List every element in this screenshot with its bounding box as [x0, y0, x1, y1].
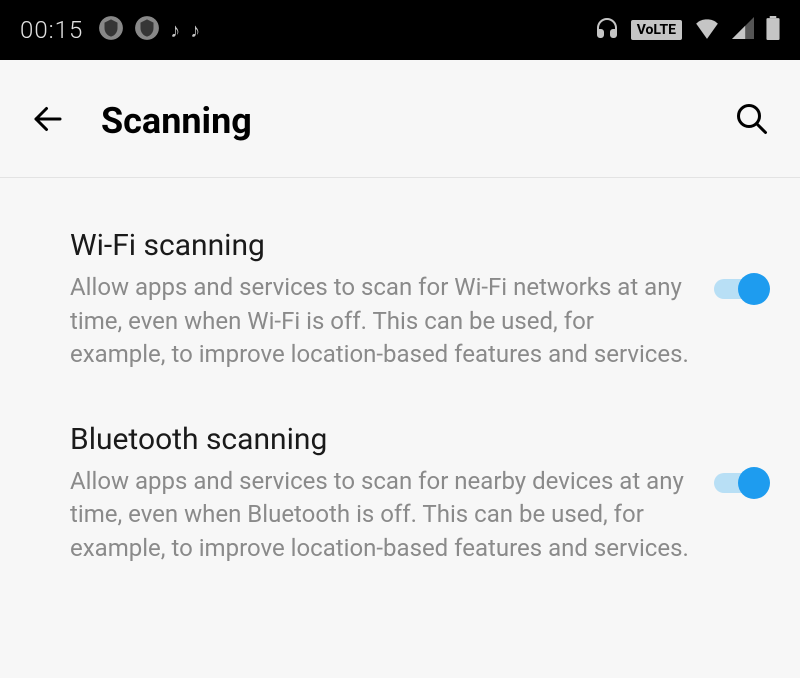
headphone-icon: [595, 16, 619, 44]
app-header: Scanning: [0, 60, 800, 178]
toggle-thumb: [738, 273, 770, 305]
status-notification-icons: ♪ ♪: [98, 15, 200, 45]
shield-icon: [98, 15, 124, 45]
back-button[interactable]: [30, 101, 66, 141]
wifi-icon: [694, 17, 720, 43]
setting-description: Allow apps and services to scan for near…: [70, 465, 694, 566]
music-note-icon: ♪: [170, 18, 180, 43]
wifi-scanning-toggle[interactable]: [714, 273, 770, 305]
setting-title: Wi-Fi scanning: [70, 228, 694, 263]
music-note-icon: ♪: [190, 18, 200, 43]
search-button[interactable]: [734, 101, 770, 141]
bluetooth-scanning-row[interactable]: Bluetooth scanning Allow apps and servic…: [70, 402, 770, 596]
settings-list: Wi-Fi scanning Allow apps and services t…: [0, 178, 800, 596]
status-left: 00:15 ♪ ♪: [20, 15, 200, 45]
signal-icon: [732, 17, 754, 43]
setting-description: Allow apps and services to scan for Wi-F…: [70, 271, 694, 372]
status-time: 00:15: [20, 16, 83, 44]
setting-text: Bluetooth scanning Allow apps and servic…: [70, 422, 694, 566]
bluetooth-scanning-toggle[interactable]: [714, 467, 770, 499]
shield-icon: [134, 15, 160, 45]
wifi-scanning-row[interactable]: Wi-Fi scanning Allow apps and services t…: [70, 208, 770, 402]
setting-text: Wi-Fi scanning Allow apps and services t…: [70, 228, 694, 372]
setting-title: Bluetooth scanning: [70, 422, 694, 457]
volte-badge: VoLTE: [631, 20, 682, 40]
status-bar: 00:15 ♪ ♪ VoLTE: [0, 0, 800, 60]
status-right: VoLTE: [595, 16, 780, 44]
battery-icon: [766, 16, 780, 44]
toggle-thumb: [738, 467, 770, 499]
page-title: Scanning: [101, 100, 734, 142]
